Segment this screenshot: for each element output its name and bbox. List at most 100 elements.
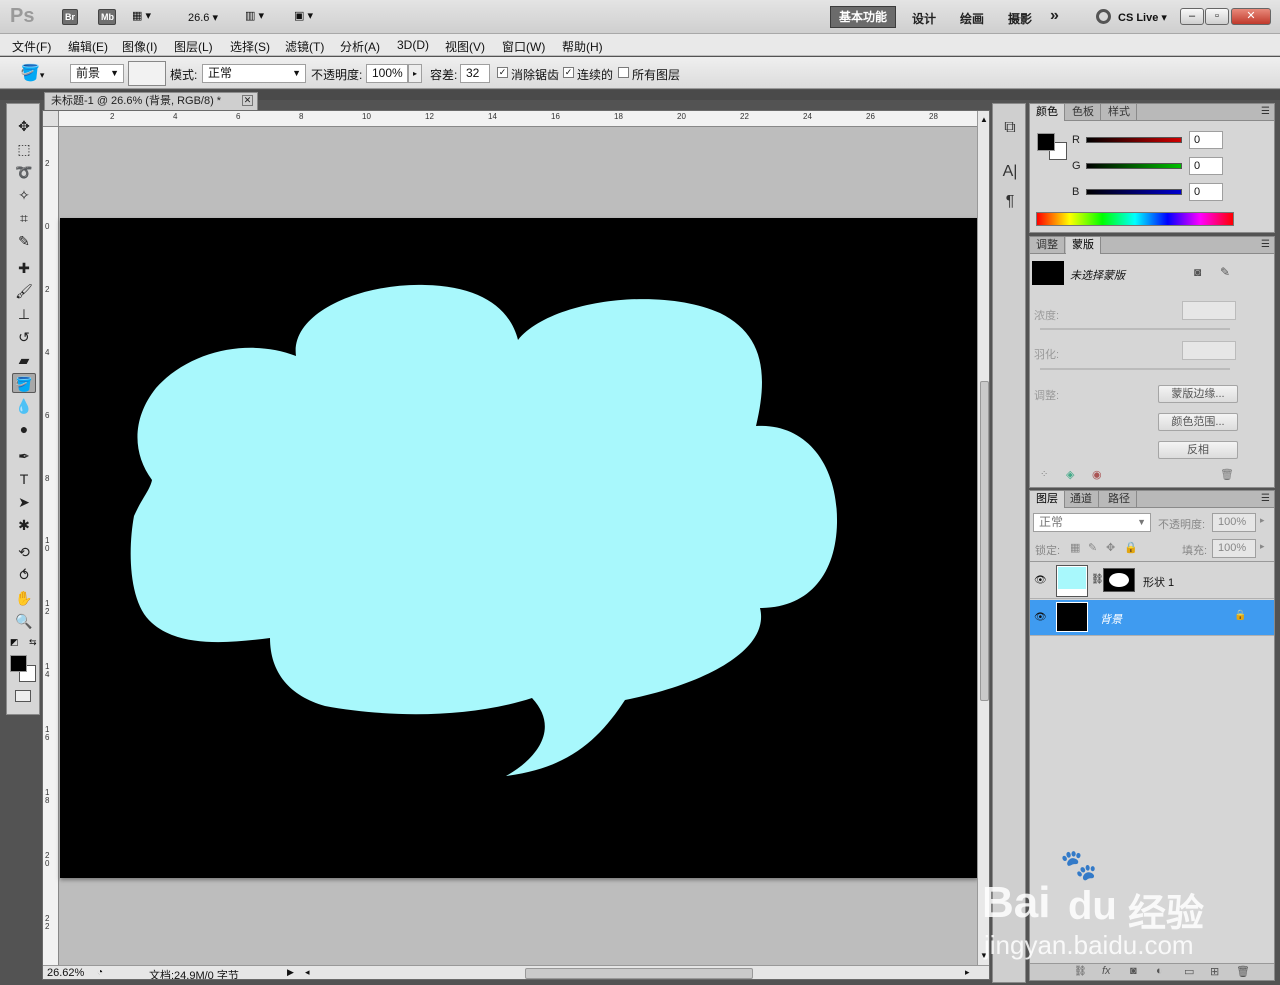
layer-opacity-arrow-icon[interactable]: ▸: [1260, 515, 1265, 526]
brush-tool-icon[interactable]: 🖌: [12, 281, 36, 301]
scroll-left-icon[interactable]: ◂: [305, 967, 310, 978]
zoom-status[interactable]: 26.62%: [47, 967, 84, 979]
tab-layers[interactable]: 图层: [1030, 491, 1065, 508]
channel-r-value[interactable]: 0: [1189, 131, 1223, 149]
bridge-button[interactable]: Br: [62, 9, 78, 25]
speech-bubble-shape[interactable]: [60, 218, 978, 878]
layer-opacity-input[interactable]: 100%: [1212, 513, 1256, 532]
load-selection-icon[interactable]: ⁘: [1040, 469, 1048, 480]
feather-slider[interactable]: [1040, 368, 1230, 370]
mask-edge-button[interactable]: 蒙版边缘...: [1158, 385, 1238, 403]
tab-color[interactable]: 颜色: [1030, 104, 1065, 121]
feather-input[interactable]: [1182, 341, 1236, 360]
minimize-button[interactable]: –: [1180, 8, 1204, 25]
lock-position-icon[interactable]: ✥: [1106, 541, 1115, 554]
invert-button[interactable]: 反相: [1158, 441, 1238, 459]
layer-fill-input[interactable]: 100%: [1212, 539, 1256, 558]
paragraph-panel-icon[interactable]: ¶: [998, 190, 1022, 214]
layer-name[interactable]: 形状 1: [1143, 574, 1174, 590]
lasso-tool-icon[interactable]: ➰: [12, 162, 36, 182]
panel-menu-icon[interactable]: ☰: [1261, 106, 1270, 117]
menu-analysis[interactable]: 分析(A): [340, 38, 380, 55]
delete-mask-icon[interactable]: 🗑: [1220, 468, 1234, 481]
panel-menu-icon[interactable]: ☰: [1261, 493, 1270, 504]
quick-selection-tool-icon[interactable]: ✧: [12, 185, 36, 205]
default-colors-icon[interactable]: ◩: [10, 637, 19, 648]
restore-button[interactable]: ▫: [1205, 8, 1229, 25]
pattern-picker[interactable]: [128, 61, 166, 86]
all-layers-checkbox[interactable]: [618, 67, 629, 78]
menu-window[interactable]: 窗口(W): [502, 38, 545, 55]
history-panel-icon[interactable]: ⧉: [998, 116, 1022, 140]
clone-stamp-tool-icon[interactable]: ⊥: [12, 304, 36, 324]
tolerance-input[interactable]: 32: [460, 64, 490, 83]
tab-adjustments[interactable]: 调整: [1030, 237, 1065, 254]
tab-swatches[interactable]: 色板: [1066, 104, 1101, 121]
pixel-mask-icon[interactable]: ◙: [1194, 265, 1201, 279]
channel-g-value[interactable]: 0: [1189, 157, 1223, 175]
color-range-button[interactable]: 颜色范围...: [1158, 413, 1238, 431]
move-tool-icon[interactable]: ✥: [12, 116, 36, 136]
channel-b-slider[interactable]: [1086, 189, 1182, 195]
lock-transparency-icon[interactable]: ▦: [1070, 541, 1080, 554]
path-selection-tool-icon[interactable]: ➤: [12, 492, 36, 512]
layer-name[interactable]: 背景: [1100, 611, 1122, 627]
menu-edit[interactable]: 编辑(E): [68, 38, 108, 55]
menu-layer[interactable]: 图层(L): [174, 38, 213, 55]
density-slider[interactable]: [1040, 328, 1230, 330]
tab-channels[interactable]: 通道: [1064, 491, 1099, 508]
swap-colors-icon[interactable]: ⇆: [29, 637, 37, 648]
horizontal-ruler[interactable]: 2 4 6 8 10 12 14 16 18 20 22 24 26 28: [59, 111, 977, 127]
layer-row-background[interactable]: 👁 背景 🔒: [1030, 600, 1274, 636]
type-tool-icon[interactable]: T: [12, 469, 36, 489]
channel-r-slider[interactable]: [1086, 137, 1182, 143]
pen-tool-icon[interactable]: ✒: [12, 446, 36, 466]
healing-brush-tool-icon[interactable]: ✚: [12, 258, 36, 278]
tab-paths[interactable]: 路径: [1102, 491, 1137, 508]
document-tab[interactable]: 未标题-1 @ 26.6% (背景, RGB/8) * ✕: [44, 92, 258, 110]
tab-styles[interactable]: 样式: [1102, 104, 1137, 121]
link-icon[interactable]: ⛓: [1091, 574, 1104, 585]
ruler-origin[interactable]: [43, 111, 59, 127]
antialias-checkbox[interactable]: ✓: [497, 67, 508, 78]
zoom-level-dropdown[interactable]: 26.6 ▾: [188, 11, 218, 24]
workspace-photography[interactable]: 摄影: [1008, 10, 1032, 27]
close-document-icon[interactable]: ✕: [242, 95, 253, 106]
history-brush-tool-icon[interactable]: ↺: [12, 327, 36, 347]
menu-image[interactable]: 图像(I): [122, 38, 157, 55]
workspace-design[interactable]: 设计: [912, 10, 936, 27]
channel-b-value[interactable]: 0: [1189, 183, 1223, 201]
custom-shape-tool-icon[interactable]: ✱: [12, 515, 36, 535]
layer-blend-mode-select[interactable]: 正常 ▼: [1033, 513, 1151, 532]
vector-mask-thumbnail[interactable]: [1103, 568, 1135, 592]
menu-filter[interactable]: 滤镜(T): [285, 38, 324, 55]
disable-mask-icon[interactable]: ◉: [1092, 468, 1102, 481]
lock-pixels-icon[interactable]: ✎: [1088, 541, 1097, 554]
close-button[interactable]: ✕: [1231, 8, 1271, 25]
menu-view[interactable]: 视图(V): [445, 38, 485, 55]
crop-tool-icon[interactable]: ⌗: [12, 208, 36, 228]
dodge-tool-icon[interactable]: ●: [12, 419, 36, 439]
panel-menu-icon[interactable]: ☰: [1261, 239, 1270, 250]
apply-mask-icon[interactable]: ◈: [1066, 468, 1074, 481]
vertical-ruler[interactable]: 2 0 2 4 6 8 1 0 1 2 1 4 1 6 1 8 2 0 2 2: [43, 127, 59, 965]
mode-select[interactable]: 正常 ▼: [202, 64, 306, 83]
contiguous-checkbox[interactable]: ✓: [563, 67, 574, 78]
3d-orbit-tool-icon[interactable]: ⥀: [12, 565, 36, 585]
panel-fg-swatch[interactable]: [1037, 133, 1055, 151]
marquee-tool-icon[interactable]: ⬚: [12, 139, 36, 159]
eyedropper-tool-icon[interactable]: ✎: [12, 231, 36, 251]
status-menu-arrow-icon[interactable]: ▶: [287, 967, 294, 978]
cs-live-menu[interactable]: CS Live ▾: [1118, 11, 1167, 24]
quick-mask-icon[interactable]: [15, 690, 31, 702]
status-info-icon[interactable]: ◔: [97, 967, 103, 978]
channel-g-slider[interactable]: [1086, 163, 1182, 169]
more-workspaces-icon[interactable]: »: [1050, 7, 1059, 25]
fill-source-select[interactable]: 前景 ▼: [70, 64, 124, 83]
arrange-documents-button[interactable]: ▥ ▾: [245, 9, 264, 22]
foreground-color-swatch[interactable]: [10, 655, 27, 672]
layer-row-shape[interactable]: 👁 ⛓ 形状 1: [1030, 563, 1274, 599]
opacity-slider-button[interactable]: ▸: [408, 64, 422, 83]
vertical-scroll-thumb[interactable]: [980, 381, 989, 701]
horizontal-scroll-thumb[interactable]: [525, 968, 753, 979]
